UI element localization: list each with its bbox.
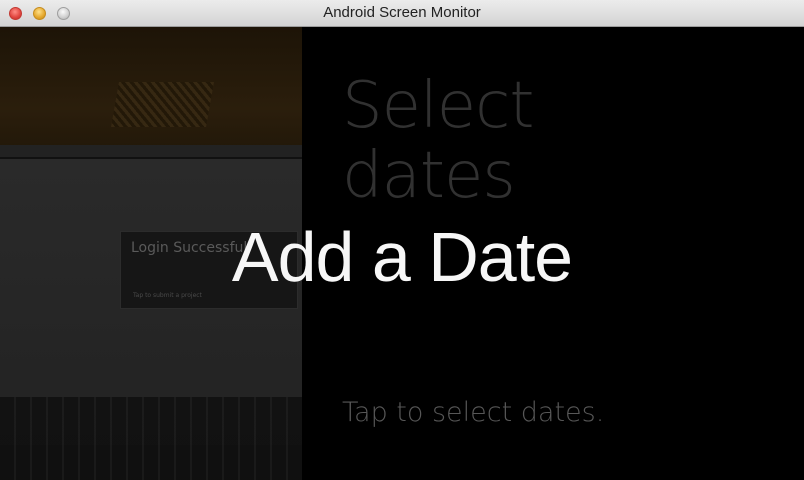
overlay-title: Add a Date xyxy=(231,218,573,296)
card-heading: Select dates xyxy=(342,69,534,213)
window-title: Android Screen Monitor xyxy=(323,4,481,21)
camera-keyboard xyxy=(0,397,302,480)
card-hint[interactable]: Tap to select dates. xyxy=(342,397,604,428)
device-screen[interactable]: Login Successful Tap to submit a project… xyxy=(0,27,804,480)
camera-rug xyxy=(111,82,214,127)
window-title-bar: Android Screen Monitor xyxy=(0,0,804,27)
